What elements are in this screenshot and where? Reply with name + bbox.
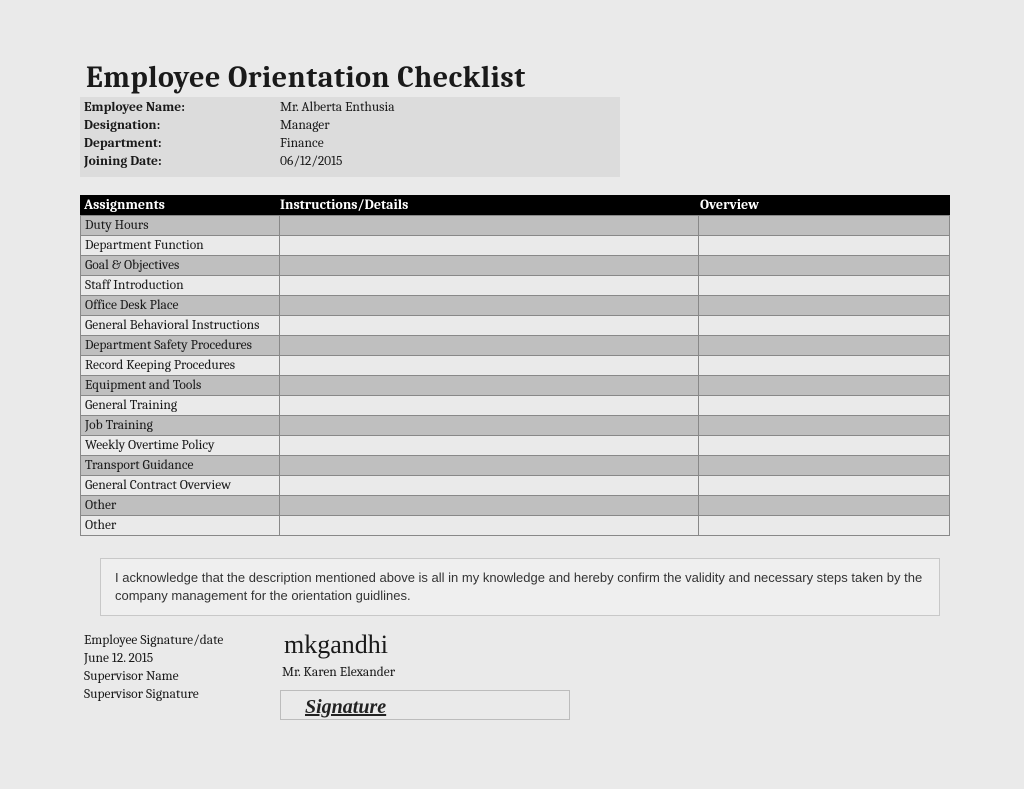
cell-instructions [280,296,699,315]
cell-instructions [280,216,699,235]
table-row: Equipment and Tools [80,376,950,396]
employee-info-block: Employee Name:Mr. Alberta EnthusiaDesign… [80,97,620,177]
cell-instructions [280,236,699,255]
cell-instructions [280,396,699,415]
cell-assignment: Department Safety Procedures [81,336,280,355]
cell-overview [699,336,949,355]
cell-overview [699,376,949,395]
table-row: Department Safety Procedures [80,336,950,356]
supervisor-signature-label: Supervisor Signature [84,686,280,704]
table-row: General Contract Overview [80,476,950,496]
cell-overview [699,396,949,415]
info-row: Department:Finance [80,135,620,153]
info-value: Manager [280,117,330,135]
cell-overview [699,516,949,535]
header-instructions: Instructions/Details [280,195,700,215]
cell-assignment: Duty Hours [81,216,280,235]
info-label: Designation: [80,117,280,135]
cell-overview [699,256,949,275]
signature-block: Employee Signature/date June 12. 2015 Su… [80,632,952,720]
cell-assignment: Other [81,496,280,515]
cell-overview [699,436,949,455]
cell-assignment: Department Function [81,236,280,255]
cell-instructions [280,456,699,475]
header-overview: Overview [700,195,950,215]
supervisor-name-value: Mr. Karen Elexander [280,664,952,682]
cell-assignment: Job Training [81,416,280,435]
header-assignments: Assignments [80,195,280,215]
supervisor-name-label: Supervisor Name [84,668,280,686]
supervisor-signature-box: Signature [280,690,570,720]
cell-overview [699,316,949,335]
info-label: Joining Date: [80,153,280,171]
cell-overview [699,416,949,435]
cell-instructions [280,376,699,395]
cell-instructions [280,316,699,335]
info-value: 06/12/2015 [280,153,342,171]
supervisor-signature-placeholder: Signature [291,696,386,719]
table-row: Office Desk Place [80,296,950,316]
cell-assignment: Office Desk Place [81,296,280,315]
checklist-table: Assignments Instructions/Details Overvie… [80,195,950,536]
info-row: Employee Name:Mr. Alberta Enthusia [80,99,620,117]
cell-assignment: General Training [81,396,280,415]
cell-assignment: Weekly Overtime Policy [81,436,280,455]
cell-assignment: Equipment and Tools [81,376,280,395]
info-label: Employee Name: [80,99,280,117]
employee-signature-label: Employee Signature/date [84,632,280,650]
employee-signature-handwriting: mkgandhi [280,632,952,658]
cell-overview [699,476,949,495]
cell-overview [699,236,949,255]
cell-instructions [280,476,699,495]
table-row: Weekly Overtime Policy [80,436,950,456]
cell-assignment: Goal & Objectives [81,256,280,275]
acknowledgement-text: I acknowledge that the description menti… [100,558,940,616]
table-row: Job Training [80,416,950,436]
cell-assignment: Record Keeping Procedures [81,356,280,375]
table-row: General Training [80,396,950,416]
cell-assignment: Staff Introduction [81,276,280,295]
cell-instructions [280,276,699,295]
info-label: Department: [80,135,280,153]
info-value: Mr. Alberta Enthusia [280,99,395,117]
cell-instructions [280,496,699,515]
cell-instructions [280,516,699,535]
cell-overview [699,356,949,375]
table-row: Other [80,516,950,536]
table-header-row: Assignments Instructions/Details Overvie… [80,195,950,215]
cell-overview [699,456,949,475]
table-row: Other [80,496,950,516]
cell-assignment: Other [81,516,280,535]
info-row: Designation:Manager [80,117,620,135]
cell-overview [699,216,949,235]
employee-signature-date: June 12. 2015 [84,650,280,668]
table-row: Transport Guidance [80,456,950,476]
cell-overview [699,496,949,515]
page-title: Employee Orientation Checklist [80,60,952,95]
cell-assignment: Transport Guidance [81,456,280,475]
table-row: General Behavioral Instructions [80,316,950,336]
cell-overview [699,296,949,315]
info-value: Finance [280,135,324,153]
cell-assignment: General Behavioral Instructions [81,316,280,335]
cell-instructions [280,336,699,355]
cell-assignment: General Contract Overview [81,476,280,495]
table-row: Staff Introduction [80,276,950,296]
cell-instructions [280,256,699,275]
table-row: Department Function [80,236,950,256]
table-row: Duty Hours [80,215,950,236]
info-row: Joining Date:06/12/2015 [80,153,620,171]
table-row: Goal & Objectives [80,256,950,276]
cell-overview [699,276,949,295]
cell-instructions [280,416,699,435]
table-row: Record Keeping Procedures [80,356,950,376]
cell-instructions [280,436,699,455]
cell-instructions [280,356,699,375]
